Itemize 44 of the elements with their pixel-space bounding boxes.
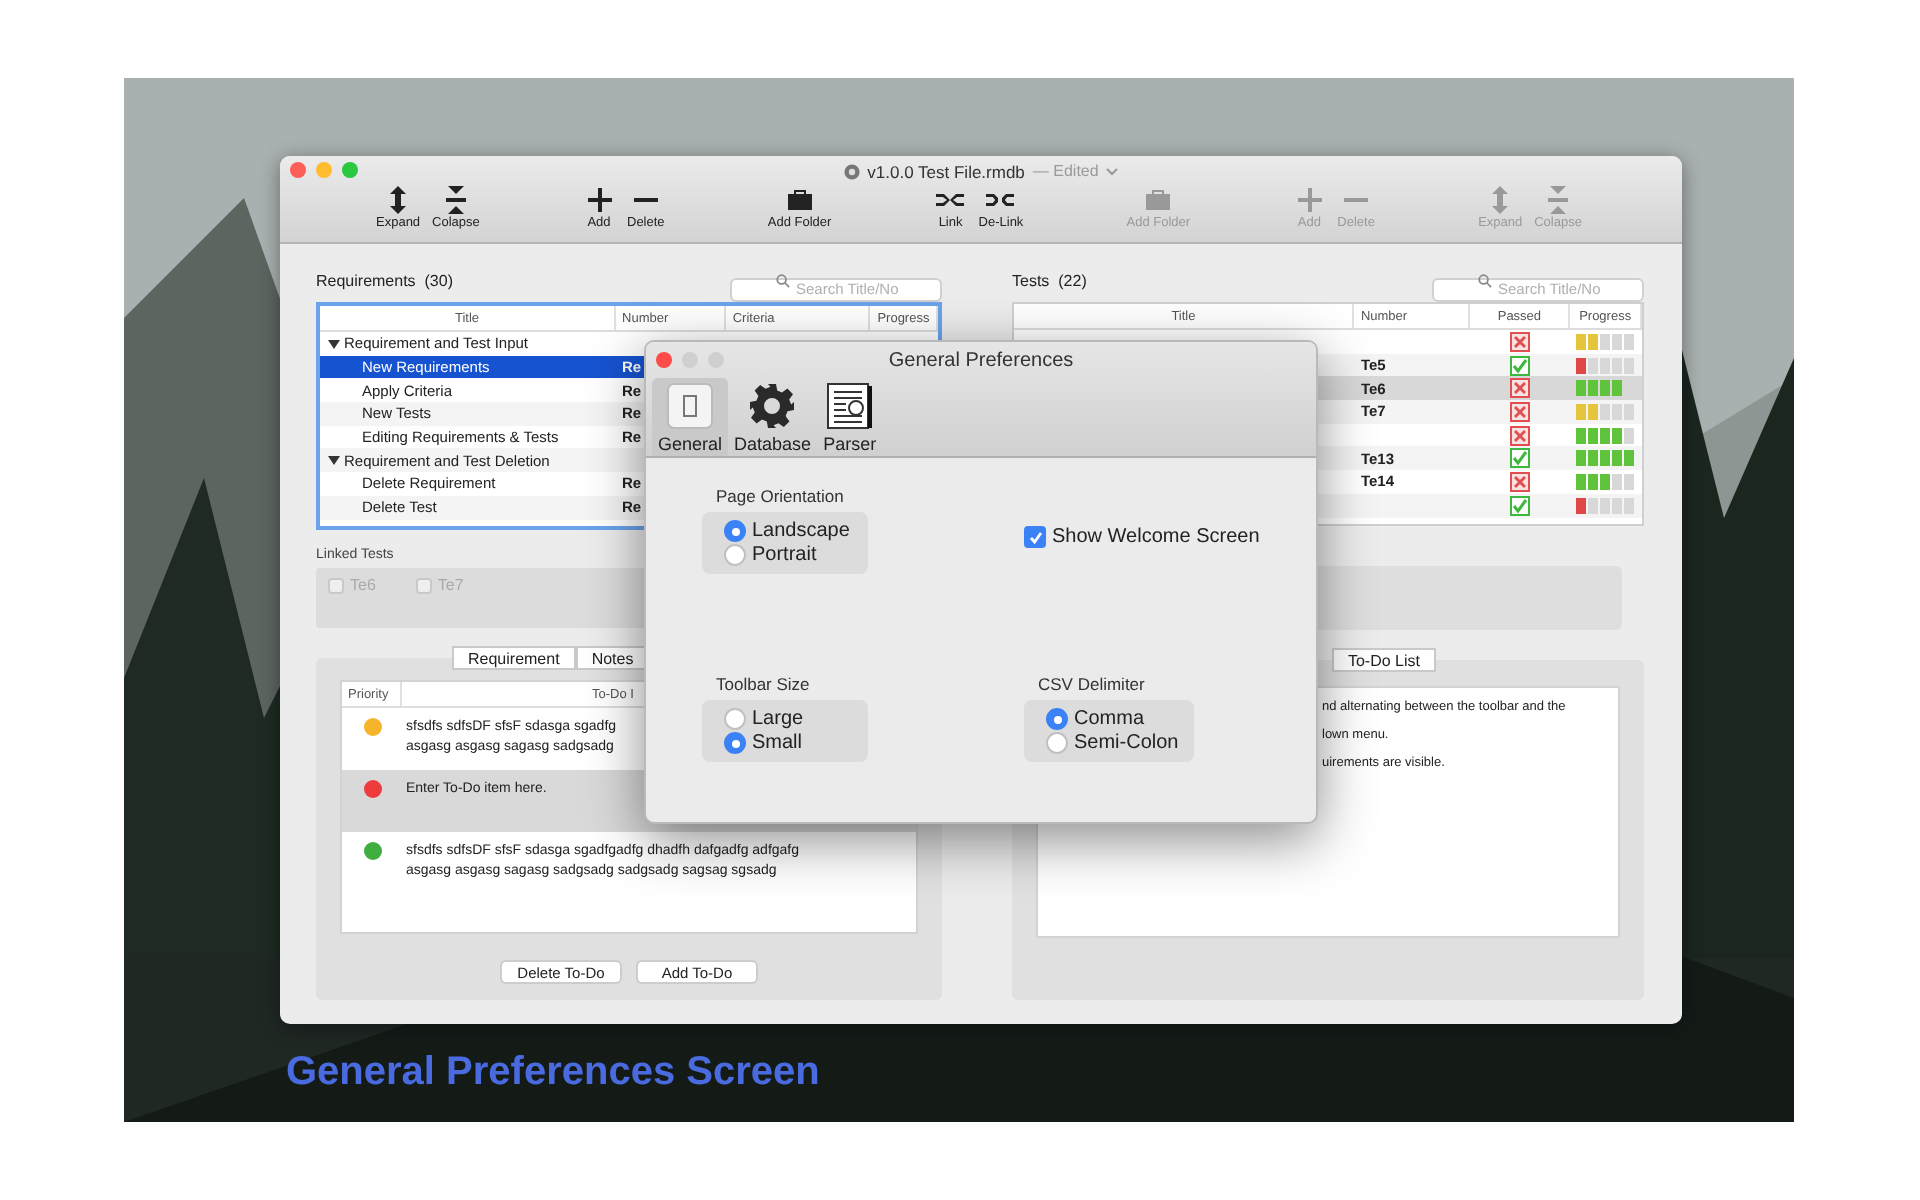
preference-tab[interactable]: Parser (817, 378, 883, 456)
radio-option[interactable]: Small (724, 732, 803, 754)
search-icon (776, 273, 790, 287)
cross-icon (1510, 471, 1531, 492)
gear-icon (748, 382, 797, 430)
cross-icon (1510, 378, 1531, 399)
requirements-heading: Requirements (30) (316, 271, 453, 289)
group-label: CSV Delimiter (1038, 674, 1145, 694)
radio-option[interactable]: Landscape (724, 520, 850, 542)
plus-icon (1293, 186, 1326, 214)
tab[interactable]: Requirement (452, 646, 576, 670)
cross-icon (1510, 331, 1531, 352)
briefcase-icon (1142, 186, 1175, 214)
plus-icon (583, 186, 615, 214)
radio-option[interactable]: Semi-Colon (1046, 732, 1179, 754)
group-label: Toolbar Size (716, 674, 810, 694)
window-title: v1.0.0 Test File.rmdb (867, 161, 1025, 181)
preference-tab[interactable]: Database (728, 378, 818, 456)
close-button[interactable] (656, 352, 672, 368)
radio-option[interactable]: Comma (1046, 708, 1145, 730)
tab[interactable]: Notes (575, 646, 650, 670)
group-label: Page Orientation (716, 486, 844, 506)
zoom-button[interactable] (342, 162, 358, 178)
switch-icon (666, 382, 715, 430)
radio-option[interactable]: Portrait (724, 544, 817, 566)
cross-icon (1510, 401, 1531, 422)
checkmark-icon (1027, 529, 1043, 545)
caret-icon[interactable] (328, 337, 340, 350)
dialog-title: General Preferences (888, 349, 1074, 371)
checkbox[interactable]: Show Welcome Screen (1024, 526, 1260, 548)
document-icon (825, 382, 874, 430)
search-icon (1478, 273, 1492, 287)
caret-icon (1106, 167, 1119, 175)
close-button[interactable] (290, 162, 306, 178)
caption: General Preferences Screen (286, 1050, 822, 1096)
tests-heading: Tests (22) (1012, 271, 1087, 289)
tab[interactable]: To-Do List (1331, 648, 1436, 672)
cross-icon (1510, 425, 1531, 446)
document-icon (843, 163, 860, 179)
caret-icon[interactable] (328, 454, 340, 467)
preference-tab[interactable]: General (652, 378, 729, 456)
minimize-button[interactable] (316, 162, 332, 178)
briefcase-icon (783, 186, 816, 214)
radio-option[interactable]: Large (724, 708, 804, 730)
